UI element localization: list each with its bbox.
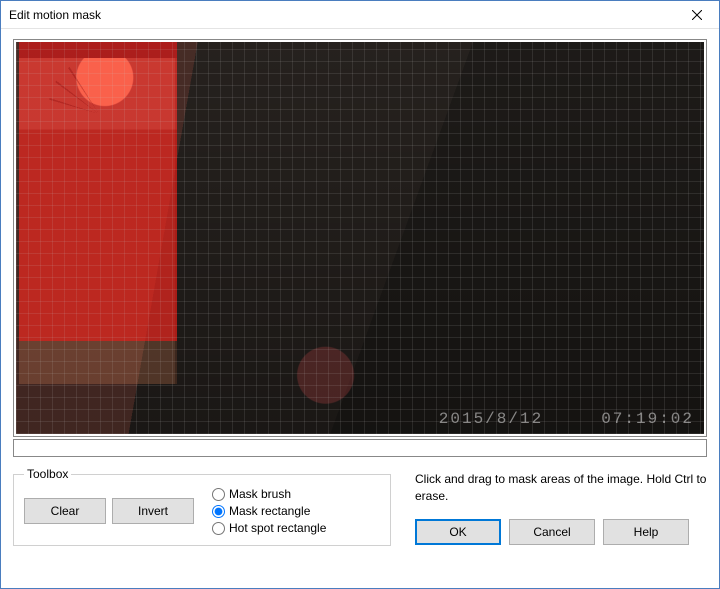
- cancel-button[interactable]: Cancel: [509, 519, 595, 545]
- toolbox-legend: Toolbox: [24, 467, 71, 481]
- toolbox-group: Toolbox Clear Invert Mask brush Mask rec…: [13, 467, 391, 546]
- window-title: Edit motion mask: [9, 8, 675, 22]
- radio-hot-spot-rectangle-label: Hot spot rectangle: [229, 521, 326, 535]
- dialog-buttons: OK Cancel Help: [415, 519, 707, 545]
- titlebar: Edit motion mask: [1, 1, 719, 29]
- help-button[interactable]: Help: [603, 519, 689, 545]
- mask-region[interactable]: [19, 42, 177, 341]
- radio-mask-rectangle-input[interactable]: [212, 505, 225, 518]
- radio-mask-brush-label: Mask brush: [229, 487, 291, 501]
- ok-button[interactable]: OK: [415, 519, 501, 545]
- bottom-panel: Toolbox Clear Invert Mask brush Mask rec…: [13, 467, 707, 546]
- dialog-content: 2015/8/12 07:19:02 Toolbox Clear Invert …: [1, 29, 719, 588]
- radio-mask-brush[interactable]: Mask brush: [212, 487, 326, 501]
- radio-hot-spot-rectangle[interactable]: Hot spot rectangle: [212, 521, 326, 535]
- mask-canvas[interactable]: 2015/8/12 07:19:02: [16, 42, 704, 434]
- clear-button[interactable]: Clear: [24, 498, 106, 524]
- right-panel: Click and drag to mask areas of the imag…: [415, 467, 707, 546]
- radio-hot-spot-rectangle-input[interactable]: [212, 522, 225, 535]
- preview-frame: 2015/8/12 07:19:02: [13, 39, 707, 437]
- instruction-text: Click and drag to mask areas of the imag…: [415, 471, 707, 505]
- radio-mask-rectangle[interactable]: Mask rectangle: [212, 504, 326, 518]
- edit-motion-mask-dialog: Edit motion mask 2015/8/12 07:19:02 Tool…: [0, 0, 720, 589]
- radio-mask-brush-input[interactable]: [212, 488, 225, 501]
- status-strip: [13, 439, 707, 457]
- radio-mask-rectangle-label: Mask rectangle: [229, 504, 310, 518]
- close-icon: [692, 10, 702, 20]
- close-button[interactable]: [675, 1, 719, 29]
- invert-button[interactable]: Invert: [112, 498, 194, 524]
- mask-mode-radios: Mask brush Mask rectangle Hot spot recta…: [212, 487, 326, 535]
- camera-timestamp: 2015/8/12 07:19:02: [439, 410, 694, 428]
